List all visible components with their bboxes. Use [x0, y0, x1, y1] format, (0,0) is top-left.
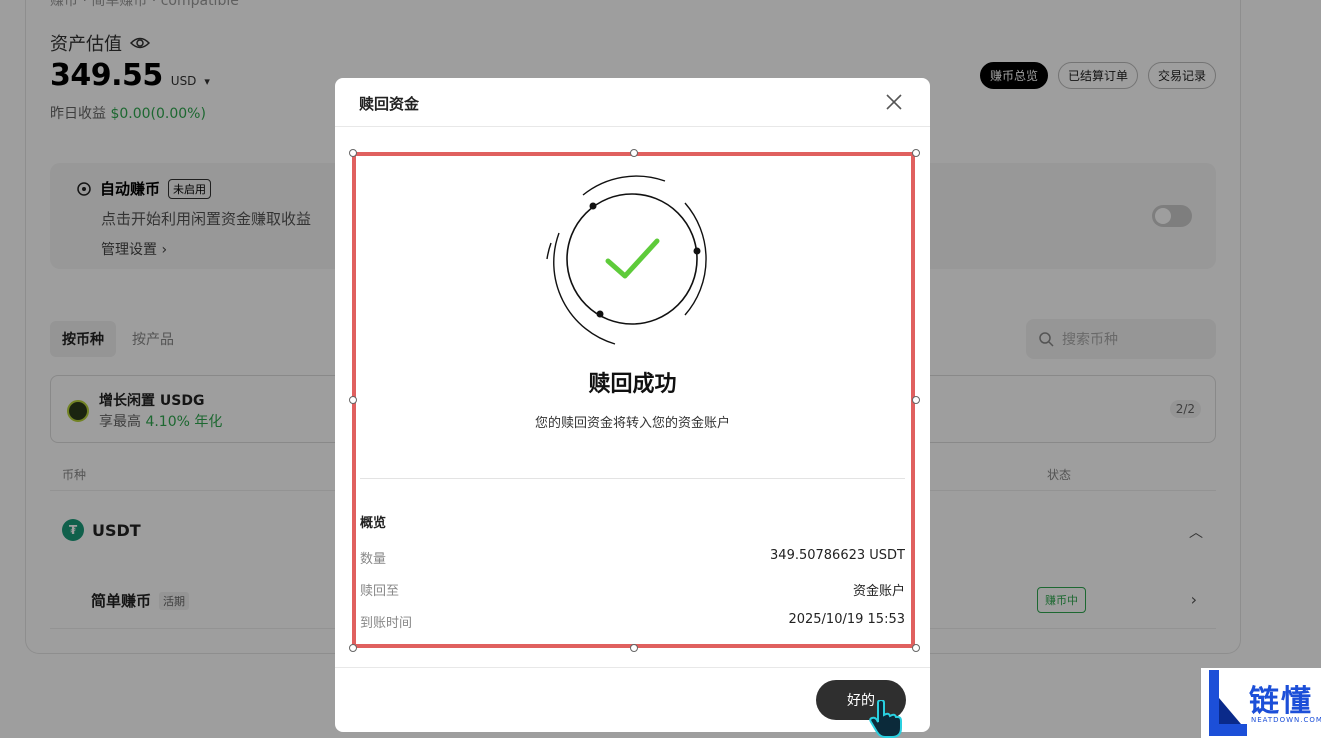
logo-subtext: NEATDOWN.COM — [1251, 716, 1321, 724]
resize-handle[interactable] — [912, 396, 920, 404]
resize-handle[interactable] — [349, 644, 357, 652]
hand-cursor-icon — [869, 700, 902, 738]
site-logo: 链懂 NEATDOWN.COM — [1201, 668, 1321, 738]
resize-handle[interactable] — [630, 149, 638, 157]
close-icon[interactable] — [884, 92, 904, 112]
logo-text: 链懂 — [1249, 684, 1313, 719]
resize-handle[interactable] — [349, 396, 357, 404]
selection-highlight — [352, 152, 915, 648]
resize-handle[interactable] — [912, 149, 920, 157]
logo-l-mark — [1209, 670, 1247, 736]
modal-title: 赎回资金 — [359, 95, 420, 113]
redeem-modal: 赎回资金 赎回成功 您的赎回资金将转入您的资金账户 概览 数量 349.5078… — [335, 78, 930, 732]
resize-handle[interactable] — [912, 644, 920, 652]
modal-footer-divider — [335, 667, 930, 668]
resize-handle[interactable] — [630, 644, 638, 652]
resize-handle[interactable] — [349, 149, 357, 157]
modal-header: 赎回资金 — [335, 78, 930, 127]
